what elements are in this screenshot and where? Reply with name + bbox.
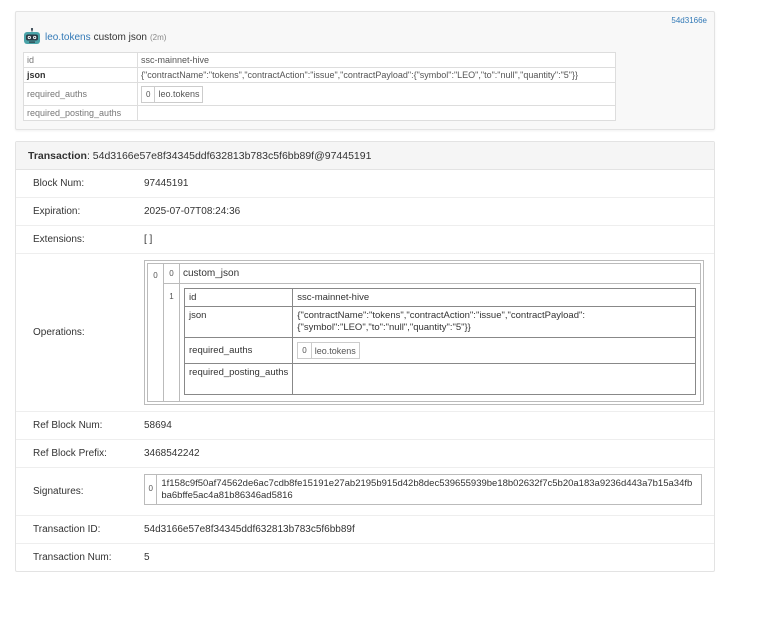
list-index: 0 [142, 86, 156, 102]
ref-block-num-value: 58694 [144, 420, 172, 431]
table-row: json {"contractName":"tokens","contractA… [183, 306, 696, 338]
payload-required-posting-auths-value [292, 363, 696, 395]
ref-block-num-label: Ref Block Num: [33, 420, 103, 431]
payload-required-auths-cell: 0 leo.tokens [292, 337, 696, 364]
required-auths-cell: 0 leo.tokens [137, 82, 616, 106]
extensions-row: Extensions: [ ] [16, 226, 714, 254]
operation-type-index: 0 [164, 264, 180, 283]
transaction-header: Transaction : 54d3166e57e8f34345ddf63281… [16, 142, 714, 170]
payload-json-label: json [183, 306, 294, 338]
operations-label: Operations: [33, 327, 85, 338]
signatures-label: Signatures: [33, 486, 84, 497]
expiration-value: 2025-07-07T08:24:36 [144, 206, 241, 217]
operations-list: 0 0 custom_json 1 id ssc-mainnet-hive js… [144, 260, 704, 405]
operation-index: 0 [148, 264, 164, 401]
ref-block-prefix-value: 3468542242 [144, 448, 200, 459]
transaction-num-label: Transaction Num: [33, 552, 112, 563]
operation-card: 54d3166e leo.tokens custom json (2m) id … [15, 11, 715, 130]
extensions-label: Extensions: [33, 234, 85, 245]
payload-json-value: {"contractName":"tokens","contractAction… [292, 306, 696, 338]
required-auths-label: required_auths [23, 82, 138, 106]
account-link[interactable]: leo.tokens [45, 32, 91, 43]
required-auths-list: 0 leo.tokens [141, 85, 204, 103]
required-posting-auths-label: required_posting_auths [23, 105, 138, 121]
ref-block-prefix-label: Ref Block Prefix: [33, 448, 107, 459]
transaction-id-label: Transaction ID: [33, 524, 101, 535]
transaction-header-label: Transaction [28, 149, 87, 162]
payload-required-auths-list: 0 leo.tokens [297, 342, 360, 359]
table-row: required_posting_auths [183, 363, 696, 395]
operation-type-name: custom_json [183, 268, 240, 279]
signature-value: 1f158c9f50af74562de6ac7cdb8fe15191e27ab2… [161, 478, 693, 501]
ref-block-num-row: Ref Block Num: 58694 [16, 412, 714, 440]
operation-type-row: 0 custom_json [164, 264, 700, 284]
id-label: id [23, 52, 138, 68]
json-label: json [23, 67, 138, 83]
signature-index: 0 [145, 475, 158, 504]
transaction-panel: Transaction : 54d3166e57e8f34345ddf63281… [15, 141, 715, 572]
operation-type: custom json [93, 31, 147, 43]
robot-avatar-icon [23, 27, 41, 46]
transaction-num-row: Transaction Num: 5 [16, 544, 714, 572]
transaction-header-value: : 54d3166e57e8f34345ddf632813b783c5f6bb8… [86, 149, 372, 162]
signatures-row: Signatures: 0 1f158c9f50af74562de6ac7cdb… [16, 468, 714, 516]
expiration-row: Expiration: 2025-07-07T08:24:36 [16, 198, 714, 226]
table-row: required_auths 0 leo.tokens [23, 82, 616, 106]
trx-short-link[interactable]: 54d3166e [671, 16, 707, 25]
payload-id-value: ssc-mainnet-hive [292, 288, 696, 307]
extensions-value: [ ] [144, 234, 153, 245]
operation-details-table: id ssc-mainnet-hive json {"contractName"… [23, 52, 616, 121]
transaction-id-row: Transaction ID: 54d3166e57e8f34345ddf632… [16, 516, 714, 544]
operations-row: Operations: 0 0 custom_json 1 id ssc-mai… [16, 254, 714, 412]
table-row: required_posting_auths [23, 105, 616, 121]
payload-required-auths-label: required_auths [183, 337, 294, 364]
table-row: required_auths 0 leo.tokens [183, 337, 696, 364]
operation-header: leo.tokens custom json (2m) [23, 27, 166, 47]
operation-payload-table: id ssc-mainnet-hive json {"contractName"… [183, 288, 696, 395]
json-value: {"contractName":"tokens","contractAction… [137, 67, 616, 83]
operation-payload-row: 1 id ssc-mainnet-hive json {"contractNam… [164, 284, 700, 401]
table-row: id ssc-mainnet-hive [23, 52, 616, 68]
transaction-id-value: 54d3166e57e8f34345ddf632813b783c5f6bb89f [144, 524, 355, 535]
operation-age: (2m) [149, 32, 167, 42]
operation-payload-index: 1 [164, 284, 180, 401]
expiration-label: Expiration: [33, 206, 81, 217]
id-value: ssc-mainnet-hive [137, 52, 616, 68]
list-index: 0 [298, 343, 312, 358]
signatures-list: 0 1f158c9f50af74562de6ac7cdb8fe15191e27a… [144, 474, 702, 505]
payload-id-label: id [183, 288, 294, 307]
block-num-link[interactable]: 97445191 [144, 178, 189, 189]
ref-block-prefix-row: Ref Block Prefix: 3468542242 [16, 440, 714, 468]
table-row: id ssc-mainnet-hive [183, 288, 696, 307]
transaction-num-value: 5 [144, 552, 150, 563]
table-row: json {"contractName":"tokens","contractA… [23, 67, 616, 83]
required-auths-value: leo.tokens [158, 89, 200, 99]
payload-required-auths-value: leo.tokens [314, 345, 356, 356]
block-num-label: Block Num: [33, 178, 85, 189]
payload-required-posting-auths-label: required_posting_auths [183, 363, 294, 395]
block-num-row: Block Num: 97445191 [16, 170, 714, 198]
required-posting-auths-value [137, 105, 616, 121]
